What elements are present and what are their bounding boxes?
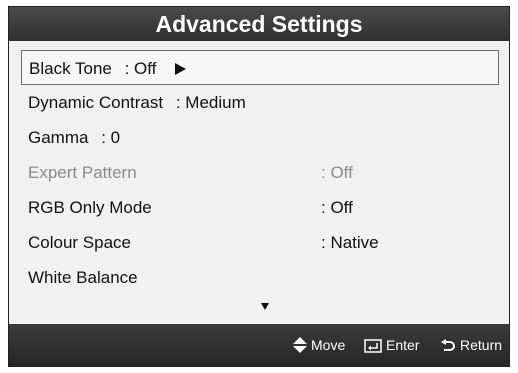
menu-item-label-wrap: Dynamic Contrast : Medium xyxy=(28,85,246,120)
settings-menu: Black Tone : Off Dynamic Contrast : Medi… xyxy=(21,50,499,320)
menu-item-value: : 0 xyxy=(101,128,121,147)
hint-return-label: Return xyxy=(460,337,503,353)
menu-item-label-wrap: Gamma : 0 xyxy=(28,120,120,155)
return-icon xyxy=(441,339,455,351)
menu-item-colour-space[interactable]: Colour Space : Native xyxy=(21,225,499,260)
menu-item-white-balance[interactable]: White Balance xyxy=(21,260,499,295)
menu-item-label-wrap: Black Tone : Off xyxy=(29,51,187,86)
menu-item-label: White Balance xyxy=(28,268,138,287)
scroll-down-icon[interactable] xyxy=(261,303,269,310)
hint-enter-label: Enter xyxy=(386,337,420,353)
menu-item-label: Dynamic Contrast xyxy=(28,93,164,112)
hint-return: Return xyxy=(440,324,502,366)
menu-item-expert-pattern: Expert Pattern : Off xyxy=(21,155,499,190)
enter-icon xyxy=(364,339,382,353)
menu-item-rgb-only-mode[interactable]: RGB Only Mode : Off xyxy=(21,190,499,225)
menu-item-dynamic-contrast[interactable]: Dynamic Contrast : Medium xyxy=(21,85,499,120)
menu-item-gamma[interactable]: Gamma : 0 xyxy=(21,120,499,155)
menu-item-black-tone[interactable]: Black Tone : Off xyxy=(21,50,499,85)
menu-item-value: : Medium xyxy=(175,93,246,112)
menu-item-label: Colour Space xyxy=(28,233,132,252)
menu-item-value: : Off xyxy=(321,198,353,217)
play-arrow-icon xyxy=(175,63,187,75)
menu-item-value: : Native xyxy=(321,233,379,252)
menu-item-label: RGB Only Mode xyxy=(28,198,152,217)
hint-move-label: Move xyxy=(311,337,346,353)
hint-enter: Enter xyxy=(364,324,419,366)
menu-item-label: Expert Pattern xyxy=(28,163,137,182)
up-down-arrow-icon xyxy=(293,337,307,353)
hint-move: Move xyxy=(293,324,345,366)
footer-hints: Move Enter Return xyxy=(9,324,509,366)
dialog-title: Advanced Settings xyxy=(9,7,509,41)
advanced-settings-dialog: Advanced Settings Black Tone : Off Dynam… xyxy=(8,6,510,367)
menu-item-label: Gamma xyxy=(28,128,89,147)
menu-item-label: Black Tone xyxy=(29,59,112,78)
menu-item-value: : Off xyxy=(321,163,353,182)
menu-item-value: : Off xyxy=(124,59,157,78)
